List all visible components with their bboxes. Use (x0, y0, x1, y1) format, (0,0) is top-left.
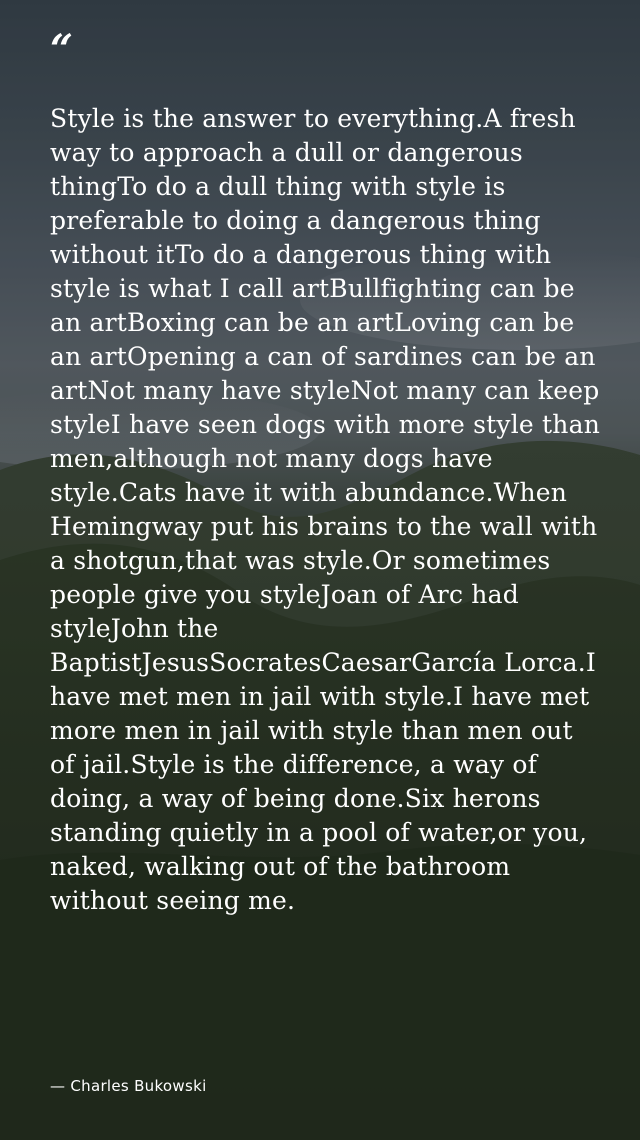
quote-card: “ Style is the answer to everything.A fr… (0, 0, 640, 1140)
quote-author: — Charles Bukowski (50, 1077, 207, 1095)
quote-mark-icon: “ (50, 26, 73, 73)
quote-text: Style is the answer to everything.A fres… (50, 104, 601, 915)
